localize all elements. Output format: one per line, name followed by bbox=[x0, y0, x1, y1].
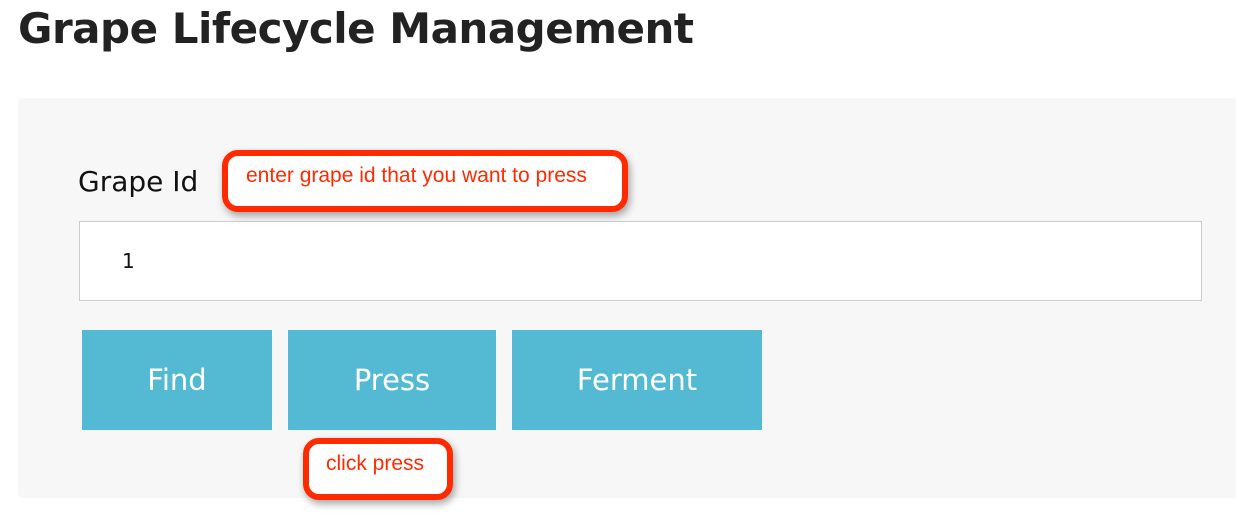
page-title: Grape Lifecycle Management bbox=[18, 4, 694, 53]
page: Grape Lifecycle Management Grape Id Find… bbox=[0, 0, 1236, 516]
find-button[interactable]: Find bbox=[82, 330, 272, 430]
grape-id-input[interactable] bbox=[79, 221, 1202, 301]
press-annotation: click press bbox=[303, 438, 453, 500]
grape-id-label: Grape Id bbox=[78, 165, 199, 198]
ferment-button[interactable]: Ferment bbox=[512, 330, 762, 430]
grape-id-annotation: enter grape id that you want to press bbox=[222, 150, 628, 212]
press-button[interactable]: Press bbox=[288, 330, 496, 430]
